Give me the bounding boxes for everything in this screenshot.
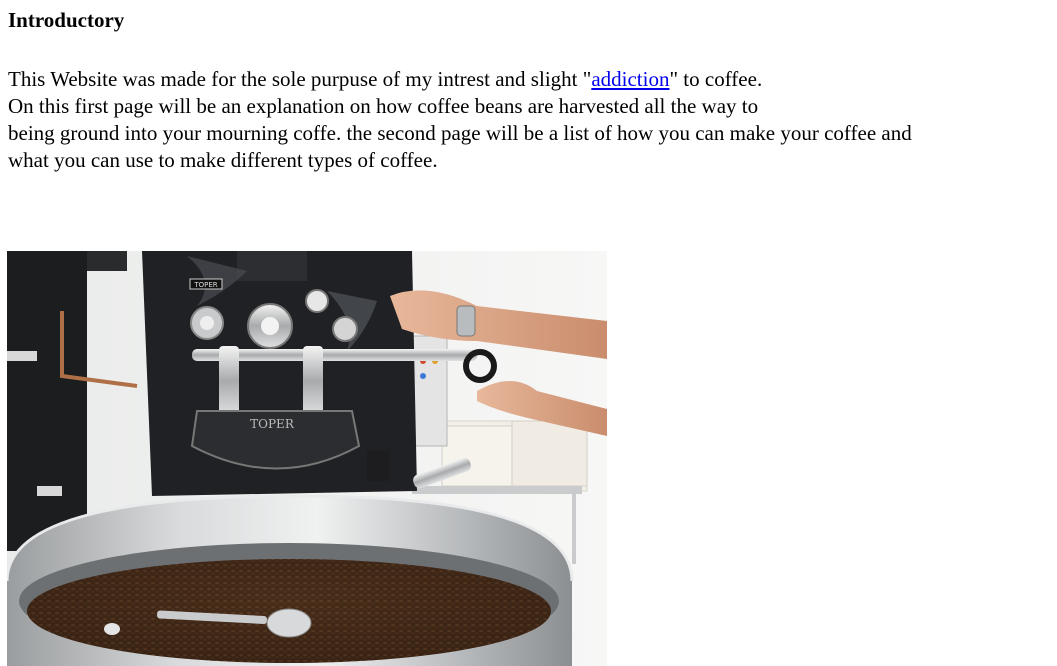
addiction-link[interactable]: addiction (591, 67, 669, 91)
intro-line-3: being ground into your mourning coffe. t… (8, 121, 912, 145)
intro-line-4: what you can use to make different types… (8, 148, 438, 172)
intro-line-1-start: This Website was made for the sole purpu… (8, 67, 592, 91)
intro-line-1: This Website was made for the sole purpu… (8, 66, 1053, 93)
intro-paragraph: This Website was made for the sole purpu… (8, 66, 1053, 174)
page-heading: Introductory (8, 8, 125, 32)
roaster-door-label: TOPER (250, 417, 295, 431)
page: Introductory This Website was made for t… (0, 0, 1057, 666)
coffee-roaster-photo: TOPER TOPER (7, 251, 607, 666)
intro-line-1-end: " to coffee. (669, 67, 763, 91)
intro-line-2: On this first page will be an explanatio… (8, 94, 759, 118)
roaster-brand-label: TOPER (193, 281, 217, 289)
